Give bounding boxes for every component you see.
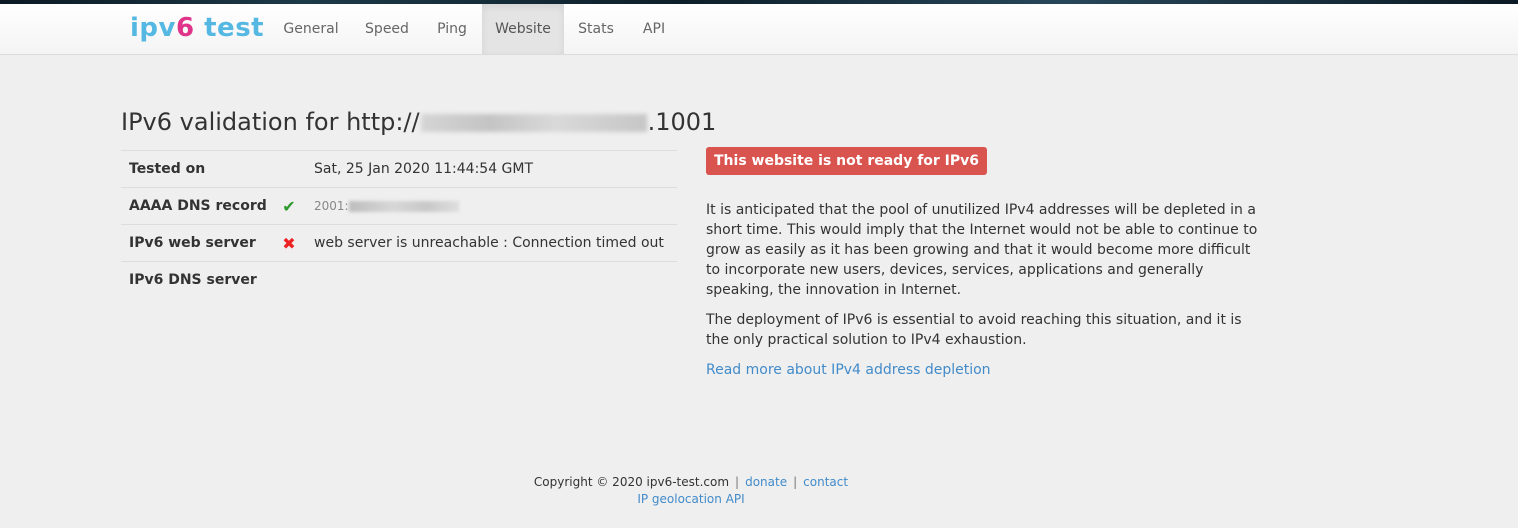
page-title-suffix: .1001 [647,108,717,137]
footer-line: Copyright © 2020 ipv6-test.com | donate | co… [0,474,1382,491]
nav-general[interactable]: General [271,4,351,54]
nav-api[interactable]: API [628,4,680,54]
results-table: Tested on Sat, 25 Jan 2020 11:44:54 GMT … [121,150,677,298]
cross-icon: ✖ [282,233,296,253]
logo-text-ipv: ipv [130,13,176,43]
aaaa-record-value: 2001: [314,199,349,213]
deployment-paragraph: The deployment of IPv6 is essential to a… [706,312,1242,348]
page-title: IPv6 validation for http:// .1001 [121,104,716,140]
contact-link[interactable]: contact [803,475,848,489]
redacted-address [348,200,459,212]
row-label: AAAA DNS record [121,187,274,225]
depletion-paragraph: It is anticipated that the pool of unuti… [706,202,1258,298]
read-more-link[interactable]: Read more about IPv4 address depletion [706,360,991,380]
redacted-domain [420,114,647,133]
row-label: IPv6 web server [121,224,274,262]
logo-text-6: 6 [175,13,195,43]
row-label: IPv6 DNS server [121,261,274,298]
table-row: IPv6 DNS server [121,261,677,298]
tested-on-value: Sat, 25 Jan 2020 11:44:54 GMT [304,150,677,188]
dns-server-value [304,261,677,298]
footer: Copyright © 2020 ipv6-test.com | donate | co… [0,474,1382,508]
footer-separator: | [793,475,798,489]
nav-website[interactable]: Website [482,4,564,54]
navbar: ipv6 test General Speed Ping Website Sta… [0,4,1518,55]
page-title-prefix: IPv6 validation for http:// [121,108,420,137]
table-row: IPv6 web server ✖ web server is unreacha… [121,224,677,262]
table-row: AAAA DNS record ✔ 2001: [121,187,677,225]
row-label: Tested on [121,150,274,188]
check-icon: ✔ [282,196,296,216]
logo-text-test: test [194,13,265,43]
donate-link[interactable]: donate [745,475,787,489]
verdict-badge: This website is not ready for IPv6 [706,147,988,175]
table-row: Tested on Sat, 25 Jan 2020 11:44:54 GMT [121,150,677,188]
geolocation-api-link[interactable]: IP geolocation API [637,492,744,506]
nav-stats[interactable]: Stats [565,4,627,54]
site-logo[interactable]: ipv6 test [130,12,264,44]
copyright-text: Copyright © 2020 ipv6-test.com [533,475,730,489]
web-server-status: web server is unreachable : Connection t… [304,224,677,262]
nav-ping[interactable]: Ping [423,4,481,54]
nav-speed[interactable]: Speed [352,4,422,54]
footer-separator: | [735,475,740,489]
